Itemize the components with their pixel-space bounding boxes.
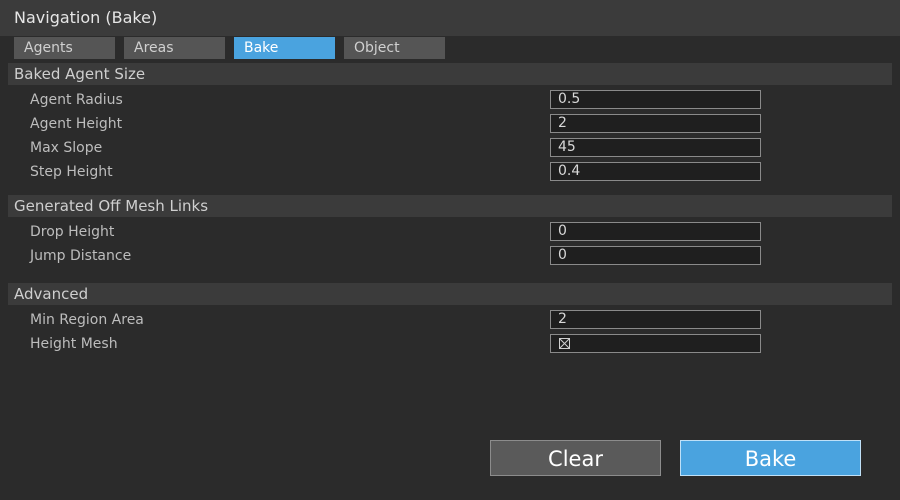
max-slope-label: Max Slope: [30, 140, 103, 156]
height-mesh-checkbox[interactable]: [559, 338, 570, 349]
tab-object[interactable]: Object: [344, 37, 445, 59]
checkmark-cross-icon: [560, 339, 569, 348]
section-header-off-mesh-links: Generated Off Mesh Links: [8, 195, 892, 217]
tab-bake[interactable]: Bake: [234, 37, 335, 59]
agent-radius-field[interactable]: 0.5: [550, 90, 761, 109]
height-mesh-field[interactable]: [550, 334, 761, 353]
jump-distance-field[interactable]: 0: [550, 246, 761, 265]
bake-button[interactable]: Bake: [680, 440, 861, 476]
step-height-label: Step Height: [30, 164, 113, 180]
step-height-field[interactable]: 0.4: [550, 162, 761, 181]
max-slope-field[interactable]: 45: [550, 138, 761, 157]
drop-height-label: Drop Height: [30, 224, 115, 240]
drop-height-field[interactable]: 0: [550, 222, 761, 241]
agent-height-label: Agent Height: [30, 116, 123, 132]
section-header-baked-agent-size: Baked Agent Size: [8, 63, 892, 85]
min-region-area-field[interactable]: 2: [550, 310, 761, 329]
jump-distance-label: Jump Distance: [30, 248, 132, 264]
tab-agents[interactable]: Agents: [14, 37, 115, 59]
agent-height-field[interactable]: 2: [550, 114, 761, 133]
window-title: Navigation (Bake): [14, 8, 158, 27]
clear-button[interactable]: Clear: [490, 440, 661, 476]
min-region-area-label: Min Region Area: [30, 312, 144, 328]
tab-areas[interactable]: Areas: [124, 37, 225, 59]
height-mesh-label: Height Mesh: [30, 336, 118, 352]
section-header-advanced: Advanced: [8, 283, 892, 305]
window-title-bar: Navigation (Bake): [0, 0, 900, 36]
agent-radius-label: Agent Radius: [30, 92, 123, 108]
